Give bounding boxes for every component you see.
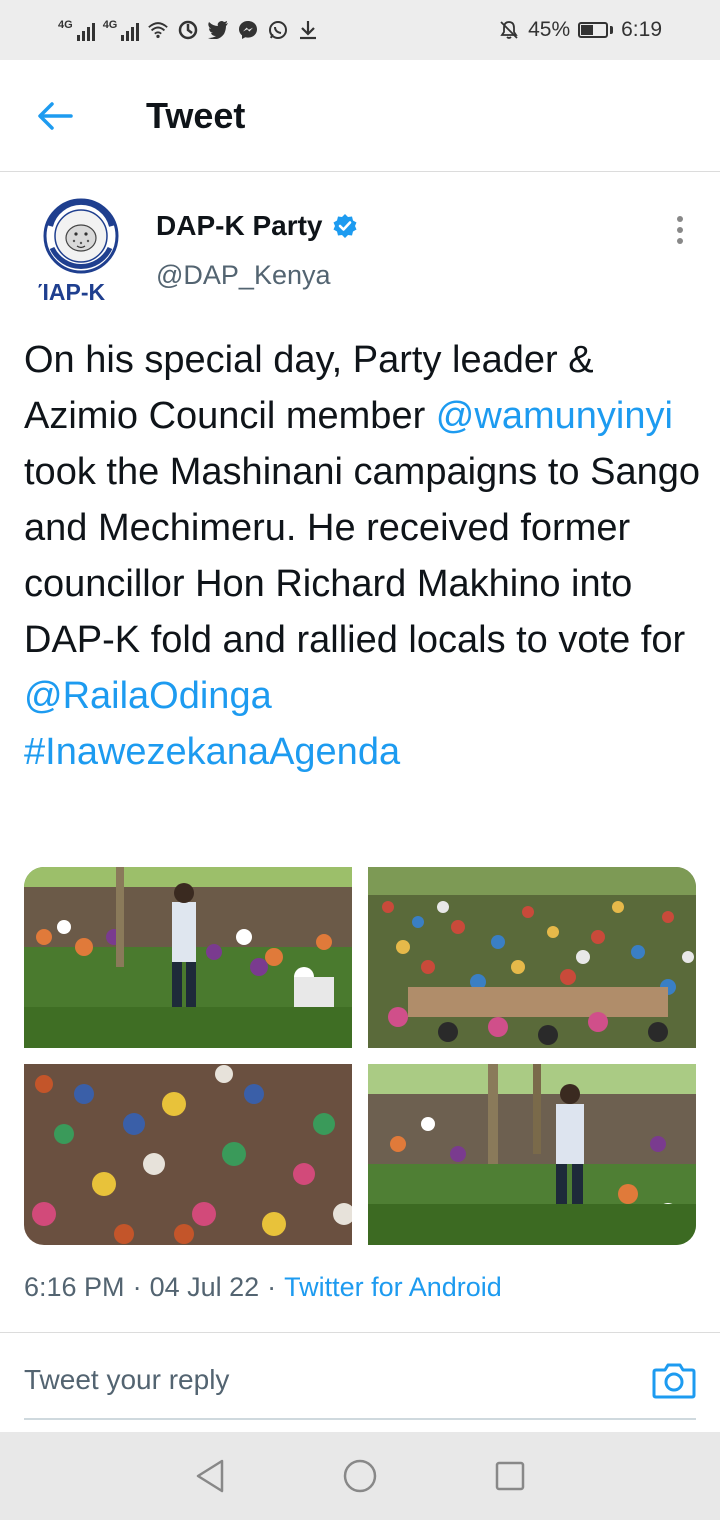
tweet-timestamp: 6:16 PM: [24, 1272, 125, 1302]
system-navigation-bar: [0, 1432, 720, 1520]
tweet-photo[interactable]: [368, 1064, 696, 1245]
status-bar-right: 45% 6:19: [498, 18, 662, 42]
circle-home-icon: [343, 1459, 377, 1493]
avatar[interactable]: ΊAP-K: [36, 196, 126, 306]
arrow-left-icon: [38, 101, 73, 130]
wifi-icon: [147, 19, 169, 41]
vpn-icon: [177, 19, 199, 41]
author-handle[interactable]: @DAP_Kenya: [156, 260, 331, 291]
tweet-photo[interactable]: [368, 867, 696, 1048]
tweet-author-row: ΊAP-K DAP-K Party @DAP_Kenya: [0, 172, 720, 322]
network-type-label: 4G: [58, 19, 73, 31]
whatsapp-icon: [267, 19, 289, 41]
nav-home-button[interactable]: [340, 1456, 380, 1496]
tweet-detail: ΊAP-K DAP-K Party @DAP_Kenya On his spec…: [0, 172, 720, 1420]
square-recents-icon: [495, 1461, 525, 1491]
meta-separator: ·: [132, 1272, 142, 1302]
tweet-text-segment: took the Mashinani campaigns to Sango an…: [24, 451, 700, 661]
twitter-icon: [207, 19, 229, 41]
reply-composer: [24, 1342, 696, 1420]
author-name-label: DAP-K Party: [156, 210, 323, 241]
divider: [0, 1332, 720, 1333]
mention-link[interactable]: @RailaOdinga: [24, 675, 272, 717]
tweet-photo[interactable]: [24, 1064, 352, 1245]
status-time: 6:19: [621, 18, 662, 41]
battery-percent: 45%: [528, 18, 571, 41]
messenger-icon: [237, 19, 259, 41]
mention-link[interactable]: @wamunyinyi: [436, 395, 673, 437]
more-options-button[interactable]: [670, 212, 690, 248]
more-vertical-icon: [677, 216, 683, 222]
camera-icon: [652, 1363, 696, 1399]
meta-separator: ·: [267, 1272, 277, 1302]
camera-button[interactable]: [652, 1360, 696, 1400]
nav-recents-button[interactable]: [490, 1456, 530, 1496]
tweet-photo[interactable]: [24, 867, 352, 1048]
signal-icon: 4G: [103, 19, 140, 41]
triangle-back-icon: [196, 1459, 224, 1493]
status-bar: 4G 4G 45% 6:19: [0, 0, 720, 60]
battery-icon: [578, 22, 614, 38]
tweet-meta: 6:16 PM · 04 Jul 22 · Twitter for Androi…: [24, 1272, 502, 1303]
top-app-bar: Tweet: [0, 60, 720, 172]
nav-back-button[interactable]: [190, 1456, 230, 1496]
logo-text: ΊAP-K: [38, 279, 106, 305]
network-type-label: 4G: [102, 19, 118, 31]
status-bar-left: 4G 4G: [58, 19, 319, 41]
back-button[interactable]: [0, 60, 110, 172]
mute-icon: [498, 19, 520, 41]
tweet-date: 04 Jul 22: [149, 1272, 260, 1302]
page-title: Tweet: [146, 94, 246, 136]
reply-input[interactable]: [24, 1364, 584, 1396]
tweet-media-grid: [24, 867, 696, 1245]
hashtag-link[interactable]: #InawezekanaAgenda: [24, 731, 400, 773]
party-logo: ΊAP-K: [38, 198, 119, 305]
download-icon: [297, 19, 319, 41]
author-name[interactable]: DAP-K Party: [156, 210, 358, 242]
verified-badge-icon: [333, 214, 357, 238]
signal-icon: 4G: [58, 19, 95, 41]
tweet-text: On his special day, Party leader & Azimi…: [24, 332, 704, 780]
tweet-source-link[interactable]: Twitter for Android: [284, 1272, 502, 1303]
